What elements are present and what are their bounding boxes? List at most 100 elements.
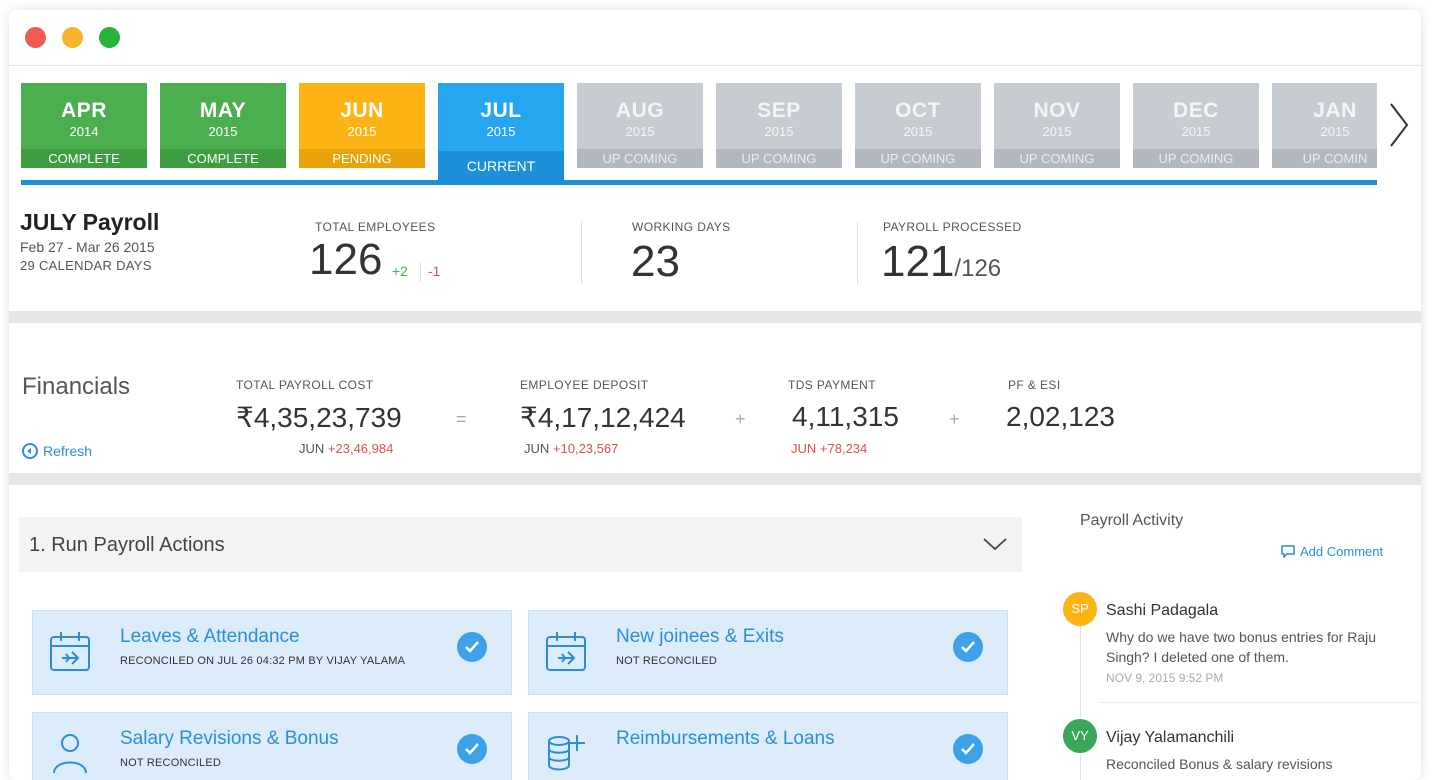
total-employees-label: TOTAL EMPLOYEES (315, 220, 436, 234)
page-title: JULY Payroll (20, 209, 160, 235)
tds-payment-label: TDS PAYMENT (788, 378, 876, 392)
payroll-dates: Feb 27 - Mar 26 2015 (20, 239, 155, 255)
month-year: 2015 (764, 124, 794, 139)
payroll-processed-label: PAYROLL PROCESSED (883, 220, 1022, 234)
payroll-activity-panel: Payroll Activity Add Comment SP Sashi Pa… (1049, 500, 1419, 780)
month-status: COMPLETE (21, 149, 147, 168)
change-delta: +10,23,567 (552, 441, 619, 456)
refresh-icon (22, 443, 38, 459)
month-tab-may[interactable]: MAY 2015 COMPLETE (160, 83, 286, 168)
month-year: 2015 (903, 124, 933, 139)
minimize-window-button[interactable] (62, 27, 83, 48)
month-name: JUL (480, 99, 522, 122)
total-payroll-cost-value: ₹4,35,23,739 (236, 402, 402, 433)
month-tab-jun[interactable]: JUN 2015 PENDING (299, 83, 425, 168)
month-progress-bar (21, 180, 1377, 185)
employees-added: +2 (392, 263, 408, 279)
activity-message: Why do we have two bonus entries for Raj… (1106, 629, 1377, 665)
month-status: PENDING (299, 149, 425, 168)
leaves-attendance-card[interactable]: Leaves & Attendance RECONCILED ON JUL 26… (32, 610, 512, 695)
employee-deposit-change: JUN +10,23,567 (524, 441, 618, 456)
month-status: UP COMING (994, 149, 1120, 168)
activity-time: NOV 9, 2015 9:52 PM (1106, 671, 1224, 685)
chevron-right-icon[interactable] (1383, 100, 1413, 150)
new-joinees-exits-card[interactable]: New joinees & Exits NOT RECONCILED (528, 610, 1008, 695)
change-delta: +78,234 (819, 441, 868, 456)
month-year: 2015 (208, 124, 238, 139)
comment-icon (1281, 545, 1295, 558)
month-name: JUN (340, 99, 384, 122)
card-status: NOT RECONCILED (616, 655, 717, 667)
avatar: VY (1063, 719, 1097, 753)
check-icon (953, 632, 983, 662)
change-month: JUN (524, 441, 550, 456)
add-comment-label: Add Comment (1300, 544, 1384, 559)
run-payroll-actions-header[interactable]: 1. Run Payroll Actions (19, 517, 1022, 572)
month-name: NOV (1033, 99, 1081, 122)
section-title: 1. Run Payroll Actions (29, 534, 225, 556)
calendar-plane-icon (50, 632, 90, 671)
chevron-down-icon[interactable] (982, 534, 1008, 554)
month-status: UP COMING (716, 149, 842, 168)
add-comment-button[interactable]: Add Comment (1281, 544, 1383, 559)
plus-operator: + (949, 409, 960, 429)
financials-title: Financials (22, 373, 131, 400)
activity-message: Reconciled Bonus & salary revisions (1106, 756, 1333, 772)
month-tab-oct[interactable]: OCT 2015 UP COMING (855, 83, 981, 168)
month-tab-jan[interactable]: JAN 2015 UP COMIN (1272, 83, 1377, 168)
month-status: COMPLETE (160, 149, 286, 168)
month-tab-nov[interactable]: NOV 2015 UP COMING (994, 83, 1120, 168)
pf-esi-value: 2,02,123 (1006, 401, 1115, 432)
card-title: Reimbursements & Loans (616, 728, 835, 749)
tds-payment-change: JUN +78,234 (791, 441, 867, 456)
card-title: Salary Revisions & Bonus (120, 728, 339, 749)
app-window: APR 2014 COMPLETE MAY 2015 COMPLETE JUN … (9, 10, 1421, 780)
card-title: New joinees & Exits (616, 626, 784, 647)
section-divider (9, 473, 1421, 485)
month-status: UP COMING (855, 149, 981, 168)
divider (9, 65, 1421, 66)
activity-title: Payroll Activity (1080, 512, 1184, 529)
maximize-window-button[interactable] (99, 27, 120, 48)
person-icon (53, 734, 87, 774)
reimbursements-loans-card[interactable]: Reimbursements & Loans (528, 712, 1008, 780)
month-status: UP COMING (577, 149, 703, 168)
divider (1099, 702, 1419, 703)
month-status: UP COMING (1133, 149, 1259, 168)
month-tab-sep[interactable]: SEP 2015 UP COMING (716, 83, 842, 168)
payroll-summary: JULY Payroll Feb 27 - Mar 26 2015 29 CAL… (9, 195, 1421, 315)
total-employees-value: 126 (309, 235, 383, 284)
divider (420, 262, 421, 282)
month-name: APR (61, 99, 107, 122)
month-selector: APR 2014 COMPLETE MAY 2015 COMPLETE JUN … (21, 83, 1391, 183)
change-delta: +23,46,984 (327, 441, 394, 456)
close-window-button[interactable] (25, 27, 46, 48)
employee-deposit-label: EMPLOYEE DEPOSIT (520, 378, 649, 392)
month-name: JAN (1313, 99, 1357, 122)
processed-total: /126 (954, 255, 1002, 282)
total-payroll-cost-change: JUN +23,46,984 (299, 441, 393, 456)
month-year: 2015 (625, 124, 655, 139)
month-year: 2015 (1320, 124, 1350, 139)
change-month: JUN (299, 441, 325, 456)
financials-section: Financials Refresh TOTAL PAYROLL COST ₹4… (9, 323, 1421, 473)
title-bar (9, 10, 1421, 65)
processed-count: 121 (881, 237, 955, 286)
month-year: 2014 (69, 124, 99, 139)
month-name: OCT (895, 99, 941, 122)
total-payroll-cost-label: TOTAL PAYROLL COST (236, 378, 374, 392)
divider (581, 222, 582, 284)
calendar-days: 29 CALENDAR DAYS (20, 258, 152, 273)
month-tab-dec[interactable]: DEC 2015 UP COMING (1133, 83, 1259, 168)
salary-revisions-bonus-card[interactable]: Salary Revisions & Bonus NOT RECONCILED (32, 712, 512, 780)
month-tab-jul[interactable]: JUL 2015 CURRENT (438, 83, 564, 181)
month-tab-aug[interactable]: AUG 2015 UP COMING (577, 83, 703, 168)
month-status: CURRENT (438, 151, 564, 181)
employee-deposit-value: ₹4,17,12,424 (520, 402, 686, 433)
month-name: AUG (615, 99, 665, 122)
refresh-button[interactable]: Refresh (22, 443, 92, 459)
employees-removed: -1 (428, 263, 441, 279)
month-tab-apr[interactable]: APR 2014 COMPLETE (21, 83, 147, 168)
month-name: MAY (199, 99, 247, 122)
working-days-value: 23 (631, 237, 680, 286)
